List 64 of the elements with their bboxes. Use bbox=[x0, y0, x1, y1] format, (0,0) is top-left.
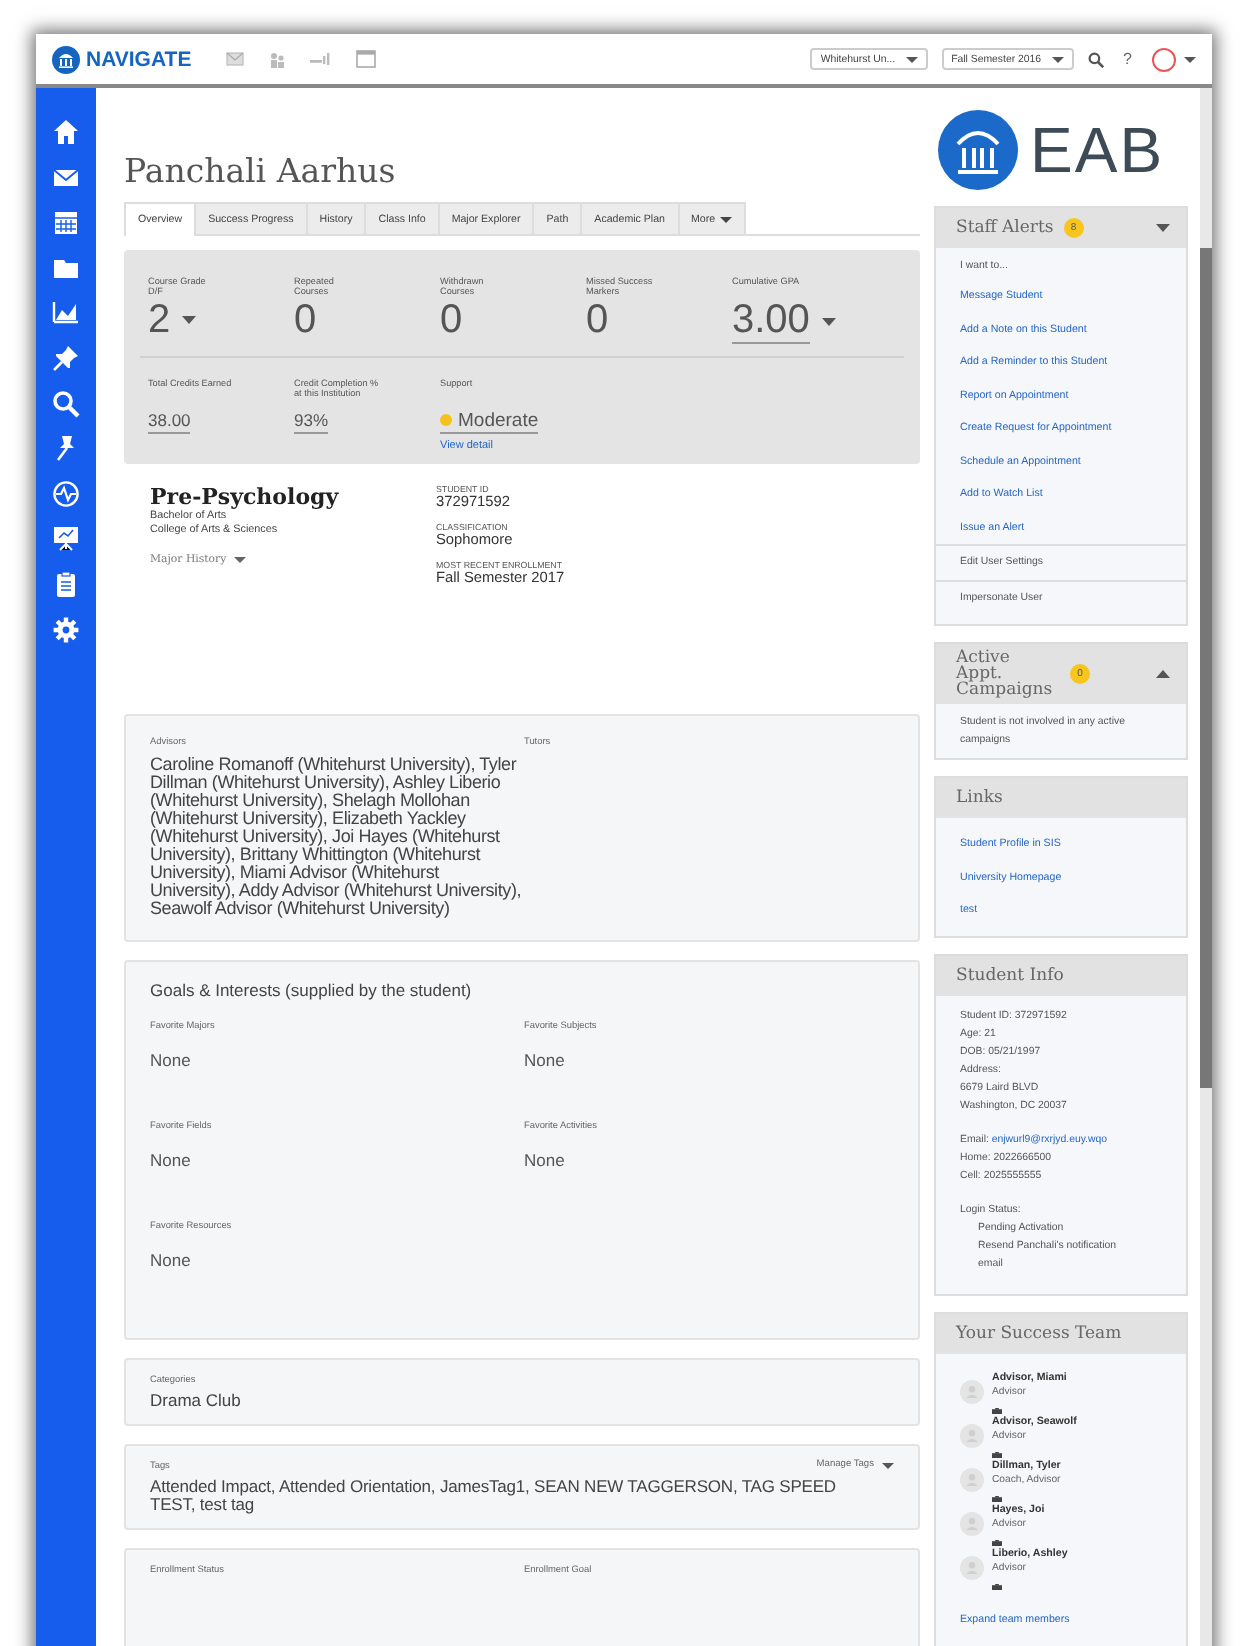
panel-title: Active Appt. Campaigns bbox=[956, 650, 1055, 698]
field-value: None bbox=[524, 1050, 567, 1071]
pin-icon[interactable] bbox=[52, 434, 80, 463]
stat-value: 93% bbox=[294, 410, 329, 434]
stat-value: 0 bbox=[440, 298, 463, 342]
panel-title: Staff Alerts bbox=[956, 218, 1054, 238]
caret-icon bbox=[1184, 55, 1196, 63]
caret-down-icon bbox=[1156, 224, 1170, 232]
stat-value: 3.00 bbox=[732, 298, 810, 344]
search-icon[interactable] bbox=[52, 389, 80, 418]
field-value: None bbox=[150, 1150, 193, 1171]
field-value: Drama Club bbox=[150, 1392, 243, 1411]
major-title: Pre-Psychology bbox=[150, 484, 341, 510]
caret-icon bbox=[821, 317, 836, 325]
briefcase-icon bbox=[992, 1583, 1002, 1589]
caret-up-icon bbox=[1156, 670, 1170, 678]
logo-text: EAB bbox=[1030, 113, 1165, 187]
stat-value: 38.00 bbox=[148, 410, 191, 434]
app-name: NAVIGATE bbox=[86, 47, 192, 71]
collapse-toggle[interactable] bbox=[1156, 224, 1170, 232]
person-avatar-icon bbox=[960, 1511, 984, 1535]
card-title: Goals & Interests (supplied by the student) bbox=[150, 980, 474, 1001]
briefcase-icon bbox=[992, 1495, 1002, 1501]
panel-title: Your Success Team bbox=[956, 1323, 1122, 1343]
stat-value: 0 bbox=[294, 298, 317, 342]
settings-icon[interactable] bbox=[52, 615, 80, 644]
help-button[interactable]: ? bbox=[1123, 50, 1132, 68]
stat-value: 0 bbox=[586, 298, 609, 342]
user-menu-button[interactable] bbox=[1152, 47, 1196, 71]
field-value: None bbox=[150, 1250, 193, 1271]
area-chart-icon[interactable] bbox=[52, 298, 80, 327]
caret-icon bbox=[234, 556, 247, 564]
panel-title: Links bbox=[956, 788, 1003, 808]
home-icon[interactable] bbox=[52, 118, 80, 146]
person-avatar-icon bbox=[960, 1423, 984, 1447]
stat-value: 2 bbox=[148, 298, 171, 342]
scrollbar[interactable] bbox=[1200, 88, 1212, 1646]
support-level: Moderate bbox=[440, 409, 539, 433]
person-avatar-icon bbox=[960, 1555, 984, 1579]
columns-logo-icon bbox=[938, 110, 1018, 190]
presentation-icon[interactable] bbox=[52, 524, 80, 553]
caret-icon bbox=[719, 215, 732, 223]
advisors-list: Caroline Romanoff (Whitehurst University), Tyler Dillman (Whitehurst University), Ashley Liberio (Whitehurst University), Shelagh Mollohan (Whitehurst University), Elizabeth Yackley (Whitehurst University), Joi Hayes (Whitehurst University), Brittany Whittington (Whitehurst University), Miami Advisor (Whitehurst University), Addy Advisor (Whitehurst University), Seawolf Advisor (Whitehurst University) bbox=[150, 756, 522, 919]
caret-icon bbox=[882, 1461, 894, 1470]
briefcase-icon bbox=[992, 1407, 1002, 1413]
person-avatar-icon bbox=[960, 1467, 984, 1491]
pulse-icon[interactable] bbox=[52, 479, 80, 508]
briefcase-icon bbox=[992, 1539, 1002, 1545]
pushpin-icon[interactable] bbox=[52, 343, 80, 372]
panel-title: Student Info bbox=[956, 965, 1064, 985]
caret-icon bbox=[905, 55, 918, 63]
field-value: None bbox=[524, 1150, 567, 1171]
student-name: Panchali Aarhus bbox=[124, 152, 398, 190]
caret-icon bbox=[1051, 55, 1064, 63]
clipboard-icon[interactable] bbox=[52, 569, 80, 598]
columns-logo-icon bbox=[52, 45, 80, 73]
collapse-toggle[interactable] bbox=[1156, 670, 1170, 678]
caret-icon bbox=[182, 316, 197, 324]
tags-list: Attended Impact, Attended Orientation, JamesTag1, SEAN NEW TAGGERSON, TAG SPEED TEST, test tag bbox=[150, 1478, 874, 1515]
calendar-icon[interactable] bbox=[52, 208, 80, 237]
person-avatar-icon bbox=[960, 1379, 984, 1403]
briefcase-icon bbox=[992, 1451, 1002, 1457]
field-value: None bbox=[150, 1050, 193, 1071]
search-icon[interactable] bbox=[1087, 51, 1104, 67]
